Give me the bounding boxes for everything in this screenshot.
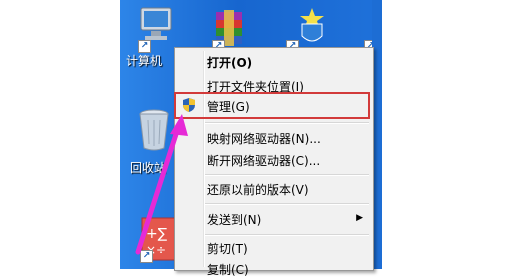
- menu-item-send-to[interactable]: 发送到(N): [207, 211, 261, 228]
- menu-item-copy[interactable]: 复制(C): [207, 261, 249, 278]
- menu-item-open[interactable]: 打开(O): [207, 54, 252, 71]
- recycle-bin-label: 回收站: [130, 161, 167, 175]
- recycle-bin-icon[interactable]: [136, 106, 172, 152]
- shortcut-arrow-icon: ↗: [140, 250, 153, 263]
- menu-item-disconnect-network-drive[interactable]: 断开网络驱动器(C)...: [207, 152, 320, 169]
- menu-separator: [205, 203, 369, 205]
- svg-text:+∑: +∑: [146, 226, 168, 242]
- menu-item-map-network-drive[interactable]: 映射网络驱动器(N)...: [207, 130, 321, 147]
- menu-item-restore-previous-versions[interactable]: 还原以前的版本(V): [207, 181, 309, 198]
- menu-separator: [205, 122, 369, 124]
- menu-separator: [205, 234, 369, 236]
- menu-item-cut[interactable]: 剪切(T): [207, 240, 248, 257]
- context-menu: 打开(O) 打开文件夹位置(I) 管理(G) 映射网络驱动器(N)... 断开网…: [174, 47, 374, 277]
- submenu-arrow-icon: ▶: [356, 213, 363, 223]
- computer-label: 计算机: [126, 54, 163, 68]
- menu-separator: [205, 174, 369, 176]
- highlight-box: [174, 92, 370, 119]
